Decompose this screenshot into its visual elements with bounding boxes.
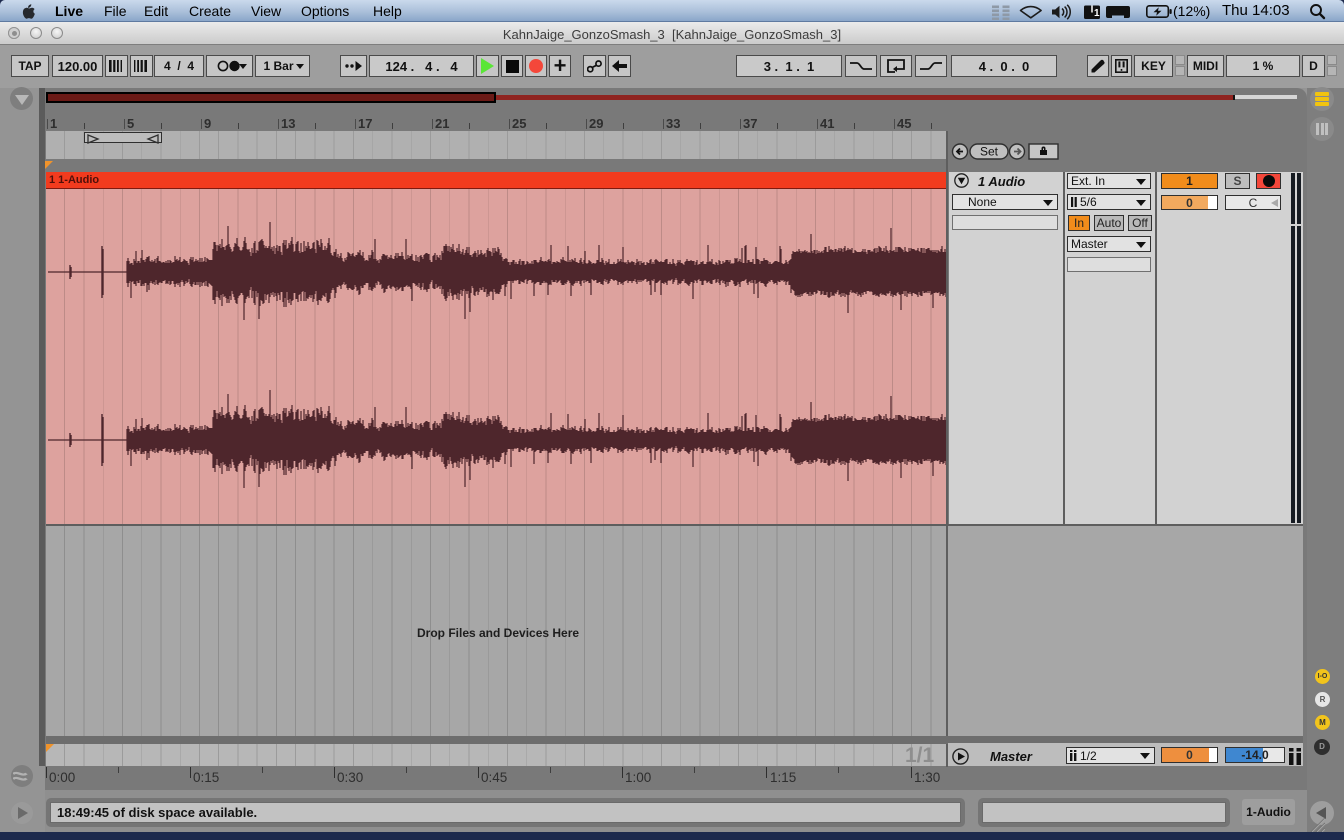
svg-text:Set: Set bbox=[980, 145, 999, 159]
svg-text:1: 1 bbox=[1094, 8, 1100, 19]
